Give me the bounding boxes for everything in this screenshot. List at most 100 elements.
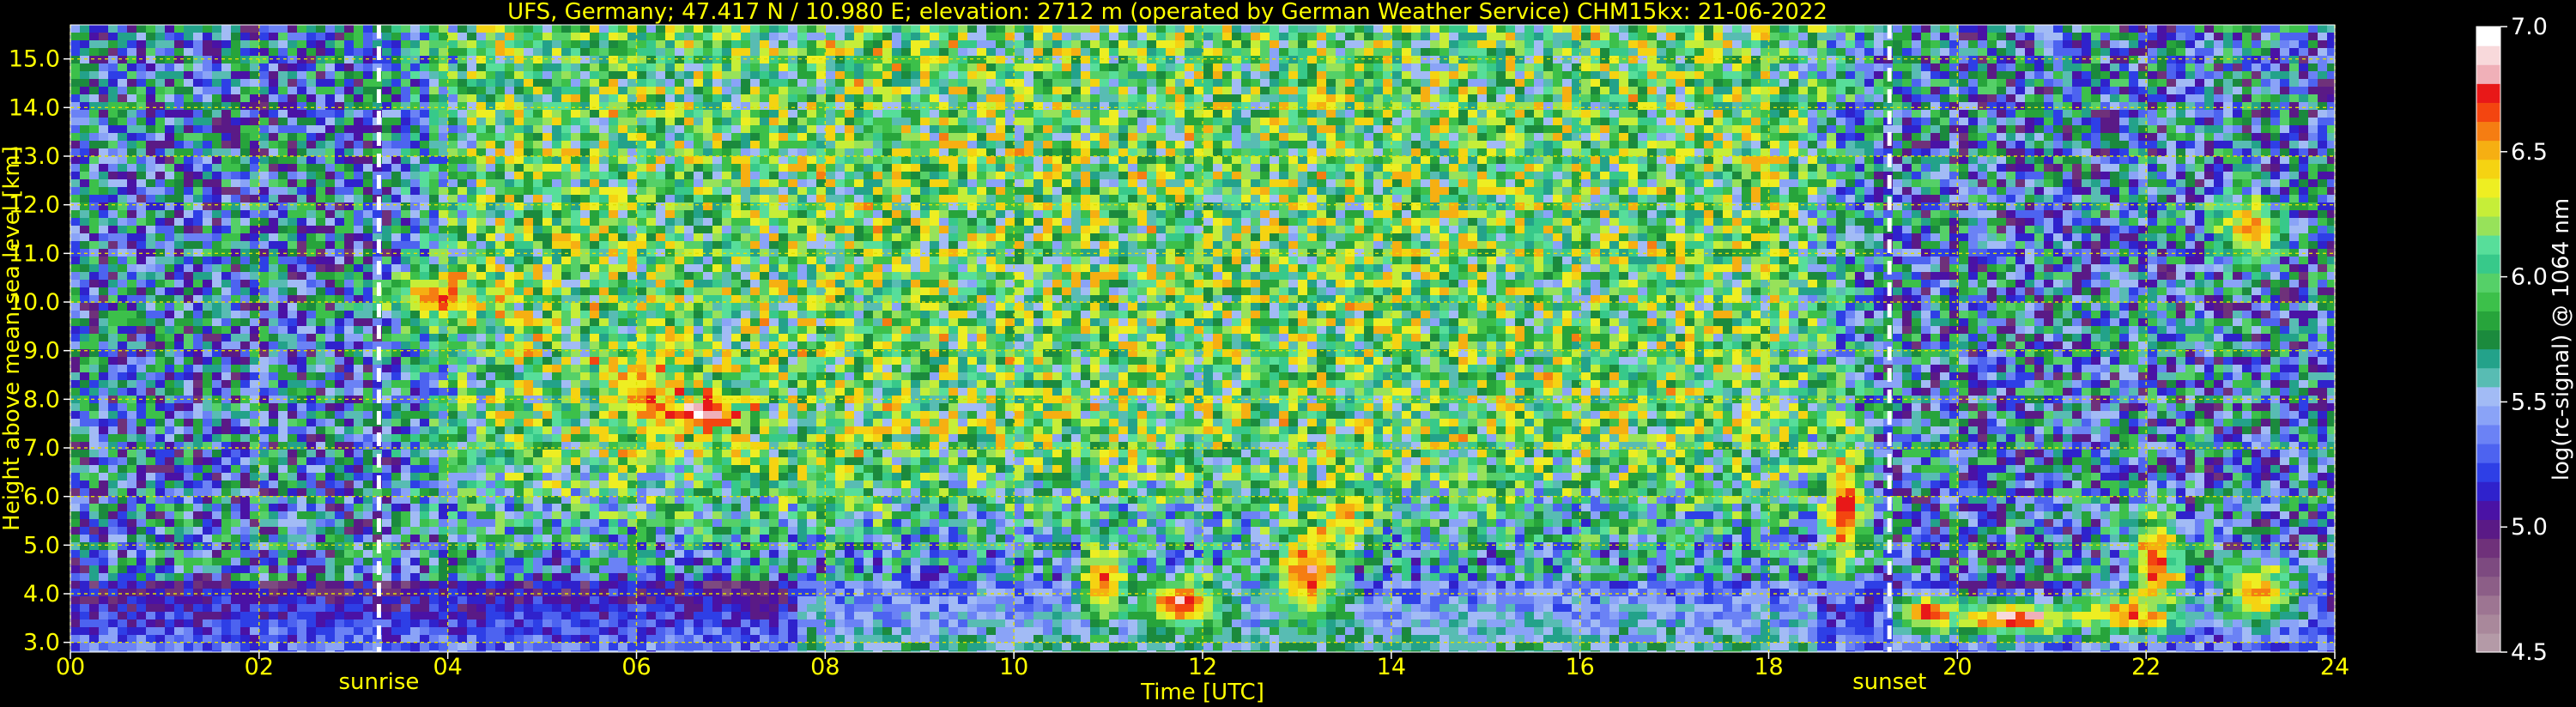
heatmap-cell	[476, 218, 486, 226]
heatmap-cell	[316, 535, 325, 542]
heatmap-cell	[486, 573, 495, 581]
heatmap-cell	[136, 71, 146, 79]
heatmap-cell	[335, 172, 344, 179]
heatmap-cell	[165, 450, 174, 457]
heatmap-cell	[439, 465, 448, 473]
heatmap-cell	[174, 71, 184, 79]
heatmap-cell	[250, 573, 259, 581]
heatmap-cell	[155, 48, 165, 56]
heatmap-cell	[70, 334, 80, 341]
heatmap-cell	[495, 226, 505, 233]
heatmap-cell	[269, 56, 278, 63]
heatmap-cell	[476, 581, 486, 589]
heatmap-cell	[410, 643, 420, 650]
heatmap-cell	[70, 195, 80, 202]
heatmap-cell	[599, 535, 609, 542]
heatmap-cell	[174, 527, 184, 535]
heatmap-cell	[297, 535, 306, 542]
heatmap-cell	[467, 257, 476, 264]
heatmap-cell	[136, 172, 146, 179]
heatmap-cell	[325, 372, 335, 380]
heatmap-cell	[335, 511, 344, 519]
heatmap-cell	[118, 596, 127, 604]
heatmap-cell	[505, 635, 514, 643]
heatmap-cell	[609, 63, 618, 71]
heatmap-cell	[391, 457, 401, 465]
heatmap-cell	[495, 172, 505, 179]
heatmap-cell	[99, 619, 108, 627]
heatmap-cell	[561, 33, 571, 40]
heatmap-cell	[609, 94, 618, 102]
heatmap-cell	[306, 210, 316, 218]
heatmap-cell	[439, 627, 448, 635]
heatmap-cell	[344, 643, 354, 650]
heatmap-cell	[542, 94, 552, 102]
heatmap-cell	[118, 450, 127, 457]
heatmap-cell	[184, 573, 193, 581]
heatmap-cell	[599, 218, 609, 226]
heatmap-cell	[184, 172, 193, 179]
heatmap-cell	[571, 573, 580, 581]
heatmap-cell	[118, 380, 127, 388]
heatmap-cell	[231, 179, 240, 187]
heatmap-cell	[514, 110, 524, 118]
heatmap-cell	[561, 511, 571, 519]
heatmap-cell	[108, 102, 118, 110]
heatmap-cell	[306, 388, 316, 396]
heatmap-cell	[439, 48, 448, 56]
heatmap-cell	[590, 56, 599, 63]
heatmap-cell	[354, 542, 363, 550]
heatmap-cell	[193, 488, 203, 496]
heatmap-cell	[278, 164, 288, 172]
heatmap-cell	[212, 480, 221, 488]
heatmap-cell	[637, 210, 646, 218]
heatmap-cell	[609, 287, 618, 295]
heatmap-cell	[495, 550, 505, 558]
heatmap-cell	[514, 195, 524, 202]
heatmap-cell	[439, 71, 448, 79]
heatmap-cell	[363, 627, 373, 635]
heatmap-cell	[458, 550, 467, 558]
heatmap-cell	[325, 403, 335, 411]
heatmap-cell	[146, 141, 155, 148]
heatmap-cell	[571, 102, 580, 110]
heatmap-cell	[627, 504, 637, 511]
heatmap-cell	[467, 94, 476, 102]
heatmap-cell	[514, 226, 524, 233]
heatmap-cell	[533, 612, 542, 619]
heatmap-cell	[165, 558, 174, 565]
heatmap-cell	[89, 519, 99, 527]
heatmap-cell	[382, 627, 391, 635]
heatmap-cell	[524, 380, 533, 388]
heatmap-cell	[618, 257, 627, 264]
heatmap-cell	[288, 403, 297, 411]
heatmap-cell	[580, 172, 590, 179]
heatmap-cell	[590, 272, 599, 280]
heatmap-cell	[429, 388, 439, 396]
heatmap-cell	[354, 581, 363, 589]
heatmap-cell	[599, 457, 609, 465]
heatmap-cell	[288, 589, 297, 596]
heatmap-cell	[561, 604, 571, 612]
heatmap-cell	[609, 257, 618, 264]
heatmap-cell	[335, 565, 344, 573]
heatmap-cell	[155, 264, 165, 272]
heatmap-cell	[580, 619, 590, 627]
heatmap-cell	[467, 118, 476, 125]
heatmap-cell	[146, 87, 155, 94]
heatmap-cell	[297, 403, 306, 411]
heatmap-cell	[448, 457, 458, 465]
heatmap-cell	[344, 272, 354, 280]
heatmap-cell	[269, 164, 278, 172]
heatmap-cell	[269, 619, 278, 627]
heatmap-cell	[288, 341, 297, 349]
heatmap-cell	[382, 473, 391, 480]
heatmap-cell	[618, 56, 627, 63]
heatmap-cell	[609, 249, 618, 257]
heatmap-cell	[316, 257, 325, 264]
heatmap-cell	[420, 71, 429, 79]
heatmap-cell	[486, 426, 495, 434]
heatmap-cell	[297, 148, 306, 156]
heatmap-cell	[174, 535, 184, 542]
heatmap-cell	[618, 411, 627, 419]
